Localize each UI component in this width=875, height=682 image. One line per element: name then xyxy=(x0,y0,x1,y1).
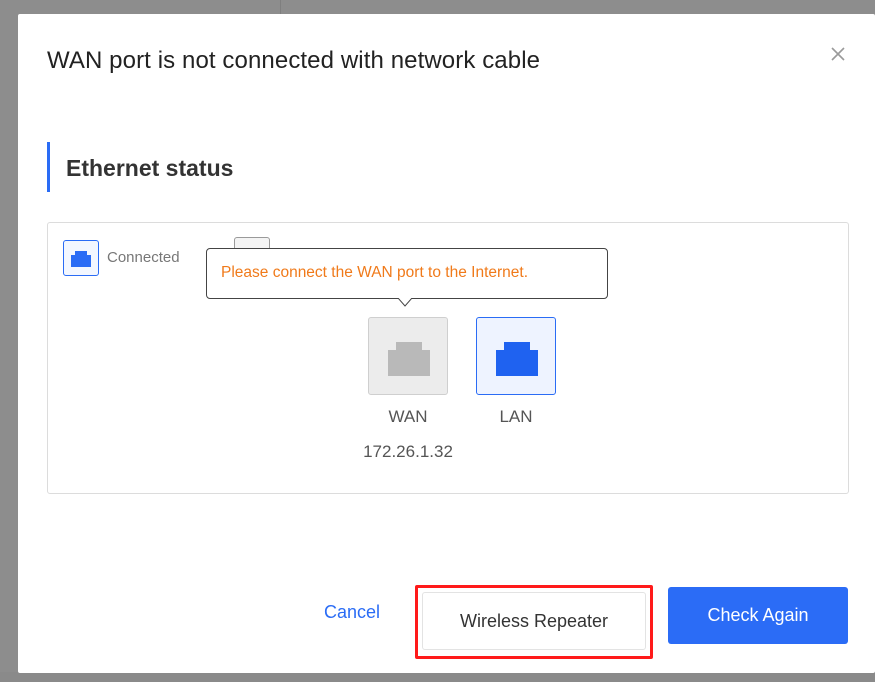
background-strip xyxy=(0,672,875,682)
ethernet-port-icon xyxy=(71,251,91,267)
tooltip-text: Please connect the WAN port to the Inter… xyxy=(221,264,529,281)
wan-port-label: WAN xyxy=(388,407,428,426)
wan-port[interactable] xyxy=(368,317,448,395)
wan-ip-address: 172.26.1.32 xyxy=(363,442,453,461)
tooltip-arrow xyxy=(398,298,412,307)
legend-connected-label: Connected xyxy=(107,249,180,266)
wireless-repeater-button[interactable]: Wireless Repeater xyxy=(422,592,646,650)
cancel-button[interactable]: Cancel xyxy=(324,602,380,623)
wan-status-dialog: WAN port is not connected with network c… xyxy=(18,14,875,673)
section-accent-bar xyxy=(47,142,50,192)
section-title: Ethernet status xyxy=(66,155,234,181)
legend-connected-icon xyxy=(63,240,99,276)
close-button[interactable] xyxy=(826,42,850,66)
ethernet-port-icon xyxy=(388,342,430,376)
ethernet-status-panel: Connected Please connect the WAN port to… xyxy=(47,222,849,494)
check-again-button[interactable]: Check Again xyxy=(668,587,848,644)
lan-port-label: LAN xyxy=(499,407,533,426)
close-icon xyxy=(831,47,845,61)
dialog-title: WAN port is not connected with network c… xyxy=(47,47,541,74)
wan-tooltip: Please connect the WAN port to the Inter… xyxy=(206,248,608,307)
ethernet-port-icon xyxy=(496,342,538,376)
lan-port[interactable] xyxy=(476,317,556,395)
